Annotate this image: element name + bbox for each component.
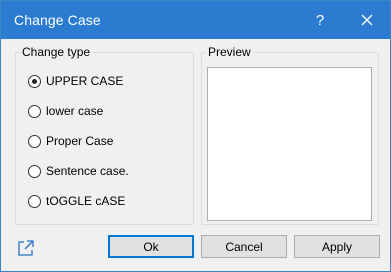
apply-button[interactable]: Apply xyxy=(294,235,380,258)
radio-button[interactable] xyxy=(28,164,41,178)
radio-button[interactable] xyxy=(28,104,41,118)
change-type-legend: Change type xyxy=(20,44,93,60)
radio-button[interactable] xyxy=(28,134,41,148)
change-case-dialog: Change Case ? Change type UPPER CASE low… xyxy=(0,0,391,272)
radio-button[interactable] xyxy=(28,74,41,88)
help-button[interactable]: ? xyxy=(297,1,343,39)
change-type-group: Change type UPPER CASE lower case Proper… xyxy=(15,44,194,225)
radio-lower-case[interactable]: lower case xyxy=(28,101,103,121)
ok-button[interactable]: Ok xyxy=(108,235,194,258)
radio-sentence-case[interactable]: Sentence case. xyxy=(28,161,129,181)
radio-label-toggle-case: tOGGLE cASE xyxy=(46,194,126,208)
close-icon xyxy=(361,14,373,26)
radio-label-lower-case: lower case xyxy=(46,104,104,118)
cancel-button[interactable]: Cancel xyxy=(201,235,287,258)
dialog-title: Change Case xyxy=(14,12,101,28)
radio-toggle-case[interactable]: tOGGLE cASE xyxy=(28,191,125,211)
radio-label-upper-case: UPPER CASE xyxy=(46,74,124,88)
radio-proper-case[interactable]: Proper Case xyxy=(28,131,113,151)
radio-button[interactable] xyxy=(28,194,41,208)
radio-selected-dot xyxy=(32,78,37,84)
radio-label-proper-case: Proper Case xyxy=(46,134,114,148)
external-link-icon[interactable] xyxy=(17,239,35,257)
radio-upper-case[interactable]: UPPER CASE xyxy=(28,71,123,91)
preview-legend: Preview xyxy=(206,44,253,60)
preview-group: Preview xyxy=(201,44,379,225)
title-bar[interactable]: Change Case ? xyxy=(1,1,390,39)
radio-label-sentence-case: Sentence case. xyxy=(46,164,129,178)
preview-box xyxy=(207,67,372,221)
close-button[interactable] xyxy=(344,1,390,39)
